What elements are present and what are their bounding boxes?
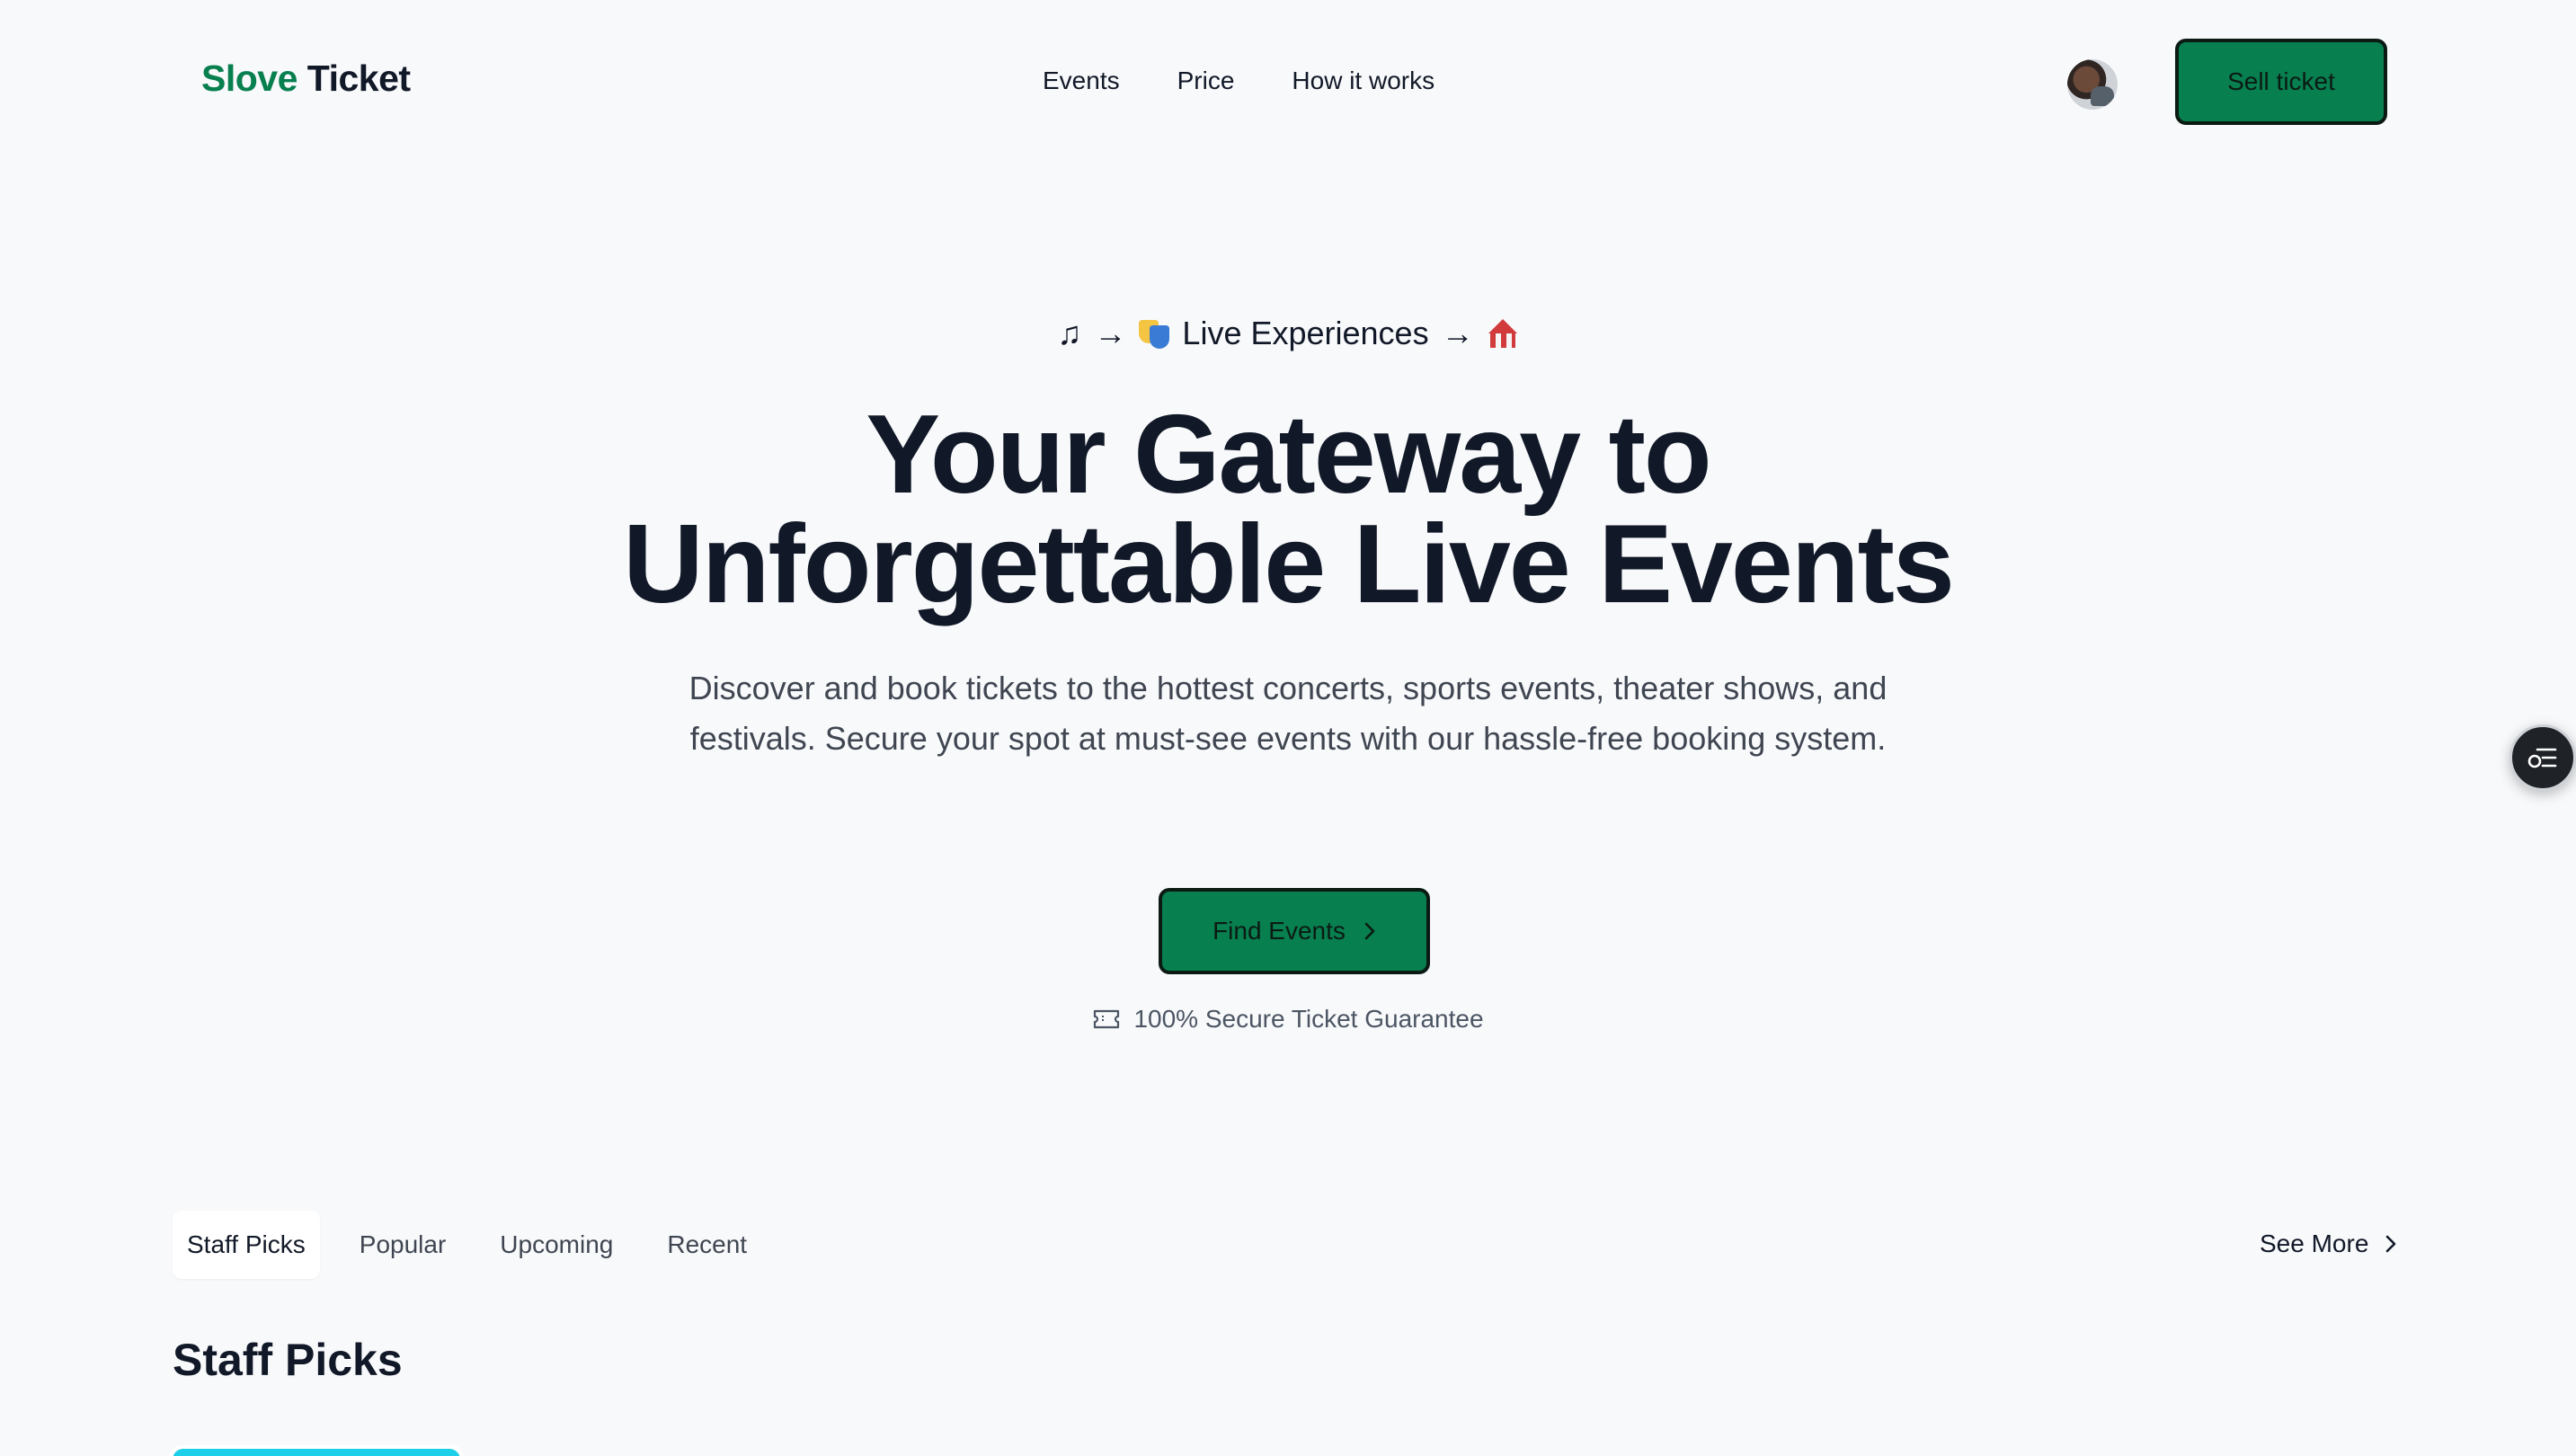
hero-subtext: Discover and book tickets to the hottest… (688, 670, 1888, 757)
nav-link-how-it-works[interactable]: How it works (1292, 67, 1435, 95)
tab-staff-picks[interactable]: Staff Picks (173, 1211, 320, 1279)
event-card-image (173, 1449, 460, 1456)
user-avatar[interactable] (2067, 59, 2118, 110)
find-events-label: Find Events (1212, 917, 1346, 945)
secure-guarantee: 100% Secure Ticket Guarantee (0, 1005, 2576, 1034)
site-header: Slove Ticket Events Price How it works S… (0, 0, 2576, 166)
hero-headline: Your Gateway to Unforgettable Live Event… (0, 399, 2576, 620)
chevron-right-icon (1364, 922, 1375, 940)
list-settings-icon (2527, 748, 2557, 768)
circus-tent-icon (1487, 317, 1519, 350)
eyebrow-text: Live Experiences (1182, 315, 1429, 351)
headline-line-1: Your Gateway to (866, 393, 1711, 517)
tab-recent[interactable]: Recent (653, 1211, 761, 1279)
find-events-button[interactable]: Find Events (1159, 888, 1430, 974)
see-more-label: See More (2260, 1230, 2369, 1257)
chevron-right-icon (2386, 1235, 2396, 1253)
see-more-link[interactable]: See More (2260, 1230, 2397, 1258)
floating-menu-button[interactable] (2509, 724, 2576, 791)
logo-brand-text: Slove (201, 58, 298, 99)
avatar-shoulder-shape (2091, 86, 2114, 106)
event-tabs: Staff Picks Popular Upcoming Recent (173, 1211, 761, 1279)
ticket-icon (1094, 1009, 1120, 1029)
headline-line-2: Unforgettable Live Events (623, 502, 1955, 626)
guarantee-text: 100% Secure Ticket Guarantee (1133, 1005, 1484, 1033)
tab-popular[interactable]: Popular (345, 1211, 461, 1279)
music-note-icon: ♫ (1057, 315, 1082, 351)
nav-link-price[interactable]: Price (1177, 67, 1235, 95)
sell-ticket-button[interactable]: Sell ticket (2175, 39, 2387, 125)
tab-upcoming[interactable]: Upcoming (485, 1211, 627, 1279)
arrow-right-icon: → (1094, 315, 1127, 351)
main-nav: Events Price How it works (1043, 67, 1435, 95)
arrow-right-icon: → (1441, 315, 1474, 351)
logo[interactable]: Slove Ticket (201, 58, 411, 100)
theater-masks-icon (1139, 318, 1170, 349)
page: Slove Ticket Events Price How it works S… (0, 0, 2576, 1456)
hero-eyebrow: ♫ → Live Experiences → (0, 315, 2576, 352)
section-title: Staff Picks (173, 1335, 403, 1385)
event-card[interactable] (169, 1445, 464, 1456)
logo-rest-text: Ticket (306, 58, 411, 99)
nav-link-events[interactable]: Events (1043, 67, 1120, 95)
